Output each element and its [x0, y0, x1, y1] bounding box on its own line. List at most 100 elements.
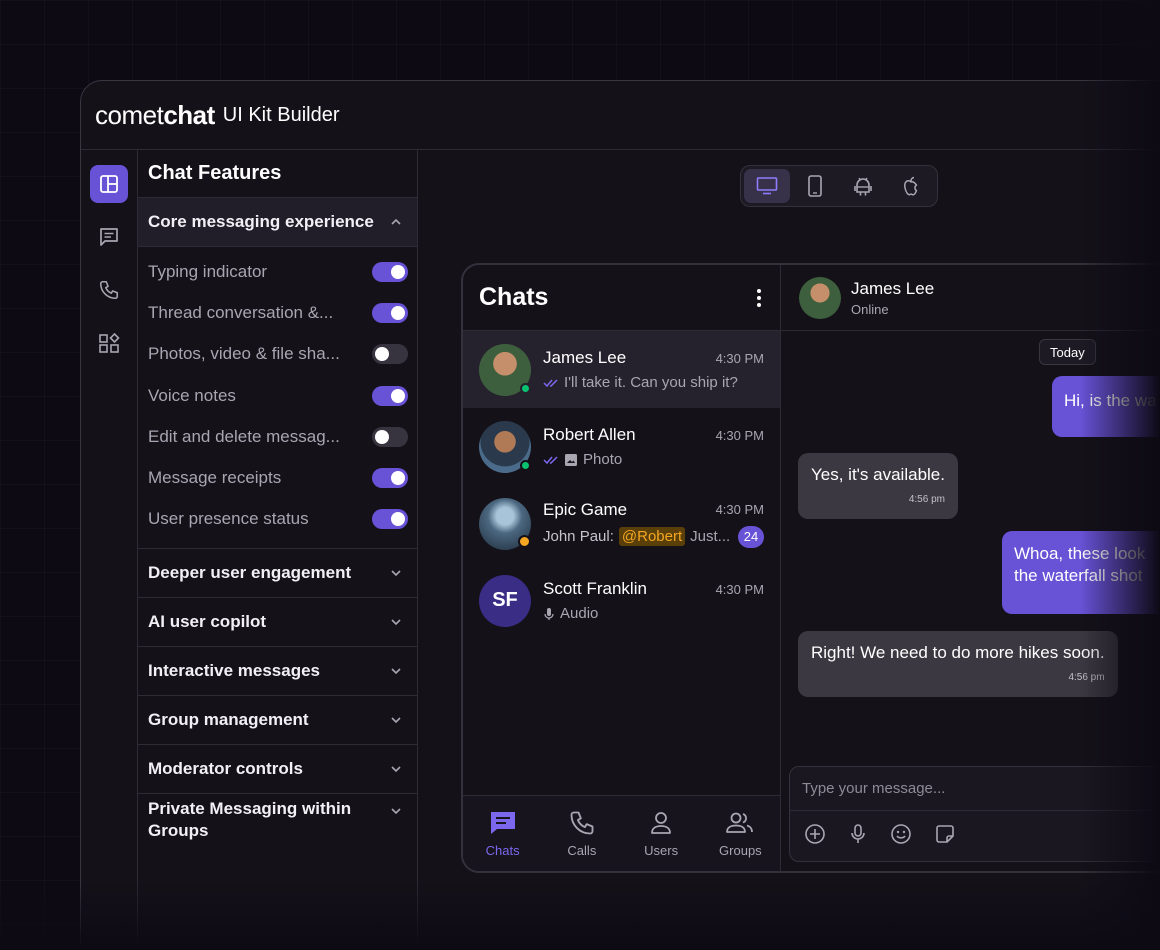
- section-group-management[interactable]: Group management: [138, 696, 417, 746]
- section-moderator-controls[interactable]: Moderator controls: [138, 745, 417, 795]
- last-message-preview: Photo: [583, 451, 623, 468]
- chat-list-pane: Chats James Lee 4:30 PM I'll take it. Ca…: [463, 265, 781, 871]
- feature-row: Thread conversation &...: [138, 292, 417, 333]
- section-title: Core messaging experience: [148, 212, 374, 231]
- conversation-name: James Lee: [543, 348, 627, 367]
- feature-toggle[interactable]: [372, 509, 408, 530]
- title-bar: comet chat UI Kit Builder: [81, 81, 1160, 150]
- microphone-icon: [544, 607, 554, 620]
- feature-label: Voice notes: [148, 385, 236, 405]
- section-title: Deeper user engagement: [148, 563, 352, 583]
- android-preview-button[interactable]: [840, 169, 886, 203]
- microphone-icon[interactable]: [848, 823, 868, 845]
- conversation-time: 4:30 PM: [715, 350, 764, 366]
- chat-list-title: Chats: [479, 283, 549, 311]
- feature-row: Edit and delete messag...: [138, 416, 417, 457]
- sticker-icon[interactable]: [934, 823, 956, 845]
- outgoing-message[interactable]: Whoa, these look the waterfall shot: [1002, 531, 1160, 614]
- section-interactive-messages[interactable]: Interactive messages: [138, 647, 417, 697]
- message-input[interactable]: Type your message...: [790, 767, 1160, 811]
- conversation-time: 4:30 PM: [715, 427, 764, 443]
- feature-row: Photos, video & file sha...: [138, 334, 417, 375]
- feature-toggle[interactable]: [372, 302, 408, 323]
- features-title: Chat Features: [138, 150, 417, 198]
- chat-features-panel: Chat Features Core messaging experience …: [138, 150, 418, 950]
- phone-icon: [570, 811, 594, 835]
- chevron-down-icon: [391, 619, 401, 626]
- composer-toolbar: [790, 811, 1160, 857]
- widgets-icon: [99, 332, 120, 353]
- user-icon: [651, 812, 672, 834]
- core-feature-list: Typing indicator Thread conversation &..…: [138, 247, 417, 550]
- feature-toggle[interactable]: [372, 385, 408, 406]
- chat-list-header: Chats: [463, 265, 780, 331]
- incoming-message[interactable]: Right! We need to do more hikes soon. 4:…: [798, 631, 1118, 697]
- add-attachment-icon[interactable]: [804, 823, 826, 845]
- calls-nav-button[interactable]: [90, 271, 128, 309]
- ios-preview-button[interactable]: [888, 169, 934, 203]
- conversation-name: Epic Game: [543, 499, 628, 519]
- chevron-down-icon: [391, 717, 401, 724]
- layout-nav-button[interactable]: [90, 165, 128, 203]
- section-title: AI user copilot: [148, 612, 267, 632]
- apple-icon: [904, 176, 918, 196]
- feature-label: Thread conversation &...: [148, 302, 334, 322]
- message-text: the waterfall shot: [1014, 566, 1143, 585]
- avatar: [799, 276, 841, 319]
- incoming-message[interactable]: Yes, it's available. 4:56 pm: [798, 453, 958, 519]
- section-title: Moderator controls: [148, 759, 303, 779]
- group-badge: [518, 534, 531, 548]
- conversation-item[interactable]: SF Scott Franklin 4:30 PM Audio: [463, 562, 780, 639]
- desktop-icon: [756, 177, 778, 195]
- phone-icon: [99, 280, 119, 300]
- section-ai-copilot[interactable]: AI user copilot: [138, 598, 417, 648]
- feature-toggle[interactable]: [372, 344, 408, 365]
- conversation-title: James Lee: [851, 278, 935, 298]
- tab-label: Groups: [719, 843, 762, 858]
- group-avatar: [479, 497, 531, 550]
- feature-toggle[interactable]: [372, 468, 408, 489]
- section-deeper-engagement[interactable]: Deeper user engagement: [138, 549, 417, 599]
- feature-label: Typing indicator: [148, 261, 268, 281]
- chevron-up-icon: [391, 218, 401, 225]
- section-title: Private Messaging within Groups: [148, 799, 352, 841]
- icon-rail: [81, 150, 138, 950]
- section-core-messaging[interactable]: Core messaging experience: [138, 198, 417, 247]
- section-private-messaging[interactable]: Private Messaging within Groups: [138, 794, 417, 856]
- feature-label: Photos, video & file sha...: [148, 344, 340, 364]
- chevron-down-icon: [391, 766, 401, 773]
- conversation-name: Scott Franklin: [543, 579, 647, 598]
- messages-nav-button[interactable]: [90, 218, 128, 256]
- feature-row: Voice notes: [138, 375, 417, 416]
- chevron-down-icon: [391, 668, 401, 675]
- online-indicator: [520, 382, 531, 394]
- feature-toggle[interactable]: [372, 426, 408, 447]
- widgets-nav-button[interactable]: [90, 324, 128, 362]
- chevron-down-icon: [391, 808, 401, 815]
- tab-chats[interactable]: Chats: [463, 796, 542, 871]
- tab-calls[interactable]: Calls: [542, 796, 621, 871]
- message-icon: [100, 228, 118, 246]
- desktop-preview-button[interactable]: [744, 169, 790, 203]
- bottom-tab-bar: Chats Calls Users Groups: [463, 795, 780, 871]
- unread-count-badge: 24: [738, 525, 764, 548]
- presence-status: Online: [851, 301, 889, 317]
- brand-logo-chat: chat: [163, 99, 215, 130]
- emoji-icon[interactable]: [890, 823, 912, 845]
- feature-toggle[interactable]: [372, 261, 408, 282]
- section-title: Group management: [148, 710, 309, 730]
- conversation-item[interactable]: Epic Game 4:30 PM John Paul: @Robert Jus…: [463, 485, 780, 562]
- tab-users[interactable]: Users: [622, 796, 701, 871]
- message-text: Right! We need to do more hikes soon.: [811, 643, 1105, 662]
- outgoing-message[interactable]: Hi, is the wa: [1052, 376, 1160, 437]
- conversation-item[interactable]: Robert Allen 4:30 PM Photo: [463, 408, 780, 485]
- more-vertical-icon[interactable]: [756, 288, 762, 308]
- tab-groups[interactable]: Groups: [701, 796, 780, 871]
- conversation-time: 4:30 PM: [715, 581, 764, 597]
- feature-label: Edit and delete messag...: [148, 426, 340, 446]
- tab-label: Calls: [567, 843, 597, 858]
- android-icon: [854, 177, 872, 196]
- conversation-item[interactable]: James Lee 4:30 PM I'll take it. Can you …: [463, 331, 780, 408]
- feature-row: Message receipts: [138, 457, 417, 498]
- mobile-preview-button[interactable]: [792, 169, 838, 203]
